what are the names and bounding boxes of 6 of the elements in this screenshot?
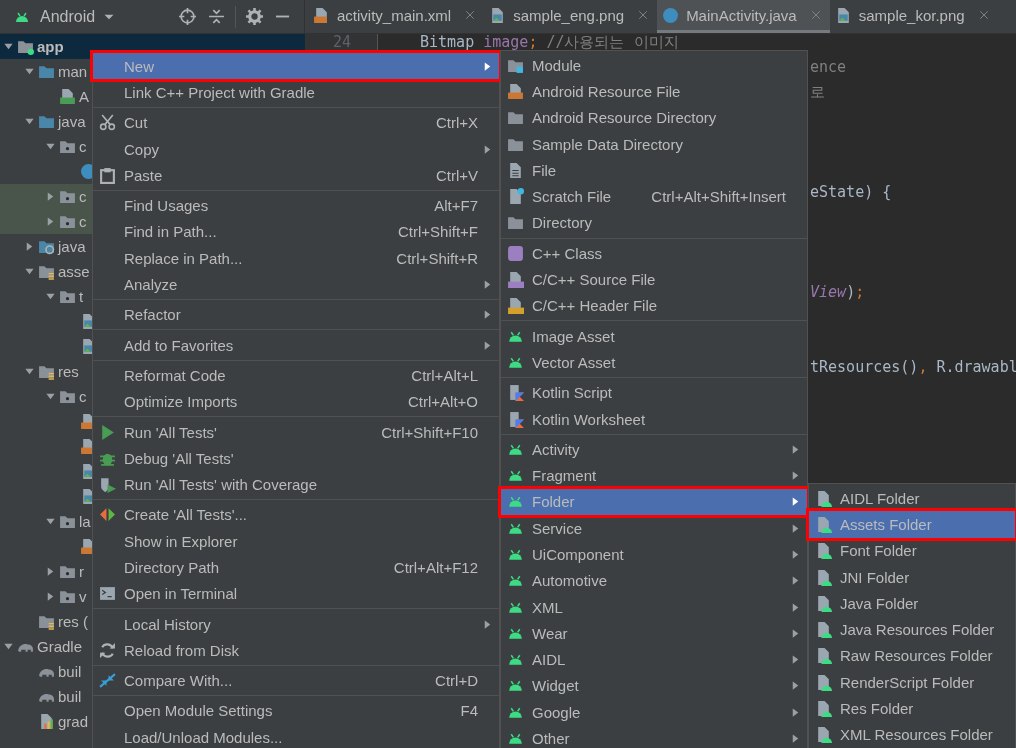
code-line: tResources(), R.drawabl (810, 358, 1016, 376)
code-line: View); (810, 283, 865, 301)
code-line: 로 (810, 83, 825, 101)
code-line: ence (810, 58, 847, 76)
code-line: eState) { (810, 183, 892, 201)
code-line: Bitmap image; //사용되는 이미지 (419, 34, 680, 53)
